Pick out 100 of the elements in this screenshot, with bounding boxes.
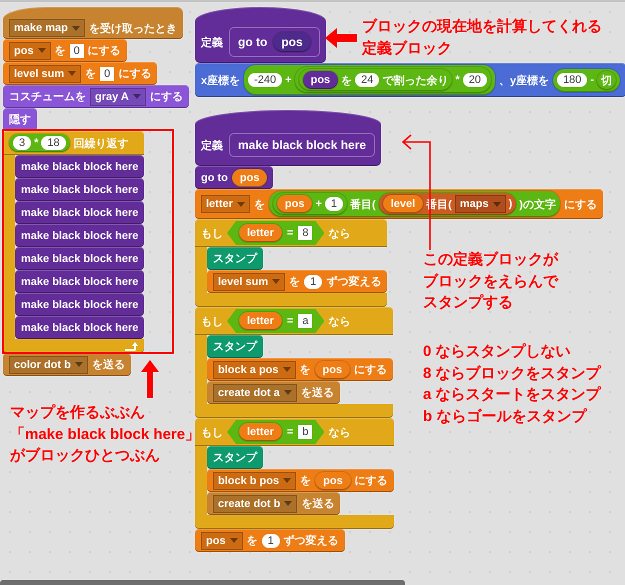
block-label: x座標を <box>201 74 240 88</box>
define-prototype[interactable]: go to pos <box>229 27 320 57</box>
reporter-block[interactable]: pos を 24 で割った余り * 20 <box>294 67 491 93</box>
block-label: にする <box>354 363 388 377</box>
command-block[interactable]: make black block here <box>15 247 144 270</box>
reporter-block[interactable]: pos + 1 <box>272 193 348 215</box>
block-label: make black block here <box>21 298 138 310</box>
dropdown-menu[interactable]: color dot b <box>9 356 88 374</box>
caret-icon <box>230 538 238 543</box>
number-field[interactable]: 1 <box>324 197 344 211</box>
boolean-block[interactable]: letter = b <box>227 420 324 444</box>
command-block[interactable]: make black block here <box>15 316 144 339</box>
reporter-block[interactable]: 180 - 切 <box>553 68 620 92</box>
caret-icon <box>68 71 76 76</box>
dropdown-menu[interactable]: block b pos <box>213 472 296 490</box>
command-block[interactable]: make black block here <box>15 293 144 316</box>
define-prototype[interactable]: make black block here <box>229 133 376 157</box>
block-label: 、y座標を <box>498 74 550 88</box>
boolean-block[interactable]: letter = 8 <box>227 221 324 245</box>
block-label: make black block here <box>21 252 138 264</box>
caret-icon <box>283 478 292 483</box>
text-field[interactable]: a <box>298 314 312 328</box>
block-label: を <box>54 44 66 58</box>
block-label: 番目( <box>350 198 376 212</box>
dropdown-menu[interactable]: gray A <box>90 88 146 106</box>
command-block[interactable]: make black block here <box>15 270 144 293</box>
caret-icon <box>74 362 83 367</box>
command-block[interactable]: pos を 0 にする <box>3 39 127 62</box>
reporter-block[interactable]: pos を 24 で割った余り <box>298 69 452 91</box>
block-label: go to <box>238 35 268 49</box>
command-block[interactable]: color dot b を送る <box>3 353 131 376</box>
reporter-block[interactable]: -240 + pos を 24 で割った余り * 20 <box>244 65 495 95</box>
text-field[interactable]: b <box>298 425 312 439</box>
command-block[interactable]: block a pos を pos にする <box>207 358 394 381</box>
block-label: make black block here <box>21 206 138 218</box>
command-block[interactable]: create dot a を送る <box>207 381 340 404</box>
command-block[interactable]: コスチュームを gray A にする <box>3 85 189 108</box>
variable-reporter[interactable]: pos <box>302 71 338 89</box>
block-label: 定義 <box>201 138 223 152</box>
command-block[interactable]: make black block here <box>15 201 144 224</box>
command-block[interactable]: スタンプ <box>207 446 263 469</box>
dropdown-menu[interactable]: level sum <box>213 272 286 290</box>
scrollbar[interactable] <box>0 580 405 585</box>
boolean-block[interactable]: letter = a <box>227 309 324 333</box>
block-label: なら <box>328 314 350 328</box>
variable-reporter[interactable]: pos <box>273 32 311 52</box>
block-label: make black block here <box>21 322 138 334</box>
dropdown-menu[interactable]: level sum <box>9 64 82 82</box>
if-block-header[interactable]: もし letter = 8 なら <box>195 219 388 247</box>
define-block[interactable]: 定義 make black block here <box>195 110 382 166</box>
block-label: = <box>286 227 294 239</box>
block-label: 回繰り返す <box>74 136 129 150</box>
number-field[interactable]: 24 <box>355 73 380 87</box>
dropdown-menu[interactable]: block a pos <box>213 360 296 378</box>
command-block[interactable]: make black block here <box>15 178 144 201</box>
dropdown-menu[interactable]: pos <box>9 42 51 60</box>
number-field[interactable]: 1 <box>304 274 322 288</box>
caret-icon <box>492 202 501 206</box>
number-field[interactable]: -240 <box>248 73 282 87</box>
command-block[interactable]: 隠す <box>3 108 37 131</box>
define-block[interactable]: 定義 go to pos <box>195 7 326 63</box>
if-block-header[interactable]: もし letter = a なら <box>195 307 394 335</box>
command-block[interactable]: スタンプ <box>207 247 263 270</box>
command-block[interactable]: make black block here <box>15 155 144 178</box>
block-label: を <box>289 275 300 289</box>
dropdown-menu[interactable]: create dot a <box>213 384 297 402</box>
text-field[interactable]: 0 <box>70 44 84 58</box>
reporter-block[interactable]: 3 * 18 <box>9 134 70 152</box>
event-hat-block[interactable]: make map を受け取ったとき <box>3 7 183 39</box>
command-block[interactable]: pos を 1 ずつ変える <box>195 529 345 552</box>
block-label: go to <box>201 172 228 184</box>
command-block[interactable]: level sum を 0 にする <box>3 62 158 85</box>
number-field[interactable]: 18 <box>41 136 66 150</box>
number-field[interactable]: 3 <box>13 136 32 150</box>
command-block[interactable]: go to pos <box>195 166 274 189</box>
command-block[interactable]: make black block here <box>15 224 144 247</box>
command-block[interactable]: create dot b を送る <box>207 492 340 515</box>
block-label: にする <box>354 474 388 488</box>
caret-icon <box>272 279 280 284</box>
if-block-header[interactable]: もし letter = b なら <box>195 418 394 446</box>
number-field[interactable]: 20 <box>462 73 487 87</box>
caret-icon <box>38 48 46 53</box>
dropdown-menu[interactable]: pos <box>201 532 243 550</box>
block-label: にする <box>150 90 183 104</box>
command-block[interactable]: スタンプ <box>207 335 263 358</box>
number-field[interactable]: 180 <box>557 73 588 87</box>
block-label: を <box>246 534 258 548</box>
block-label: なら <box>328 226 350 240</box>
dropdown-menu[interactable]: create dot b <box>213 494 298 512</box>
dropdown-menu[interactable]: letter <box>201 195 250 213</box>
text-field[interactable]: 8 <box>298 226 312 240</box>
command-block[interactable]: x座標を -240 + pos を 24 で割った余り * 20 、y座標を 180 - 切 <box>195 63 625 97</box>
dropdown-menu[interactable]: maps <box>454 195 506 213</box>
repeat-block-header[interactable]: 3 * 18 回繰り返す <box>3 131 144 155</box>
command-block[interactable]: block b pos を pos にする <box>207 469 394 492</box>
block-label: にする <box>88 44 121 58</box>
text-field[interactable]: 0 <box>100 66 114 80</box>
command-block[interactable]: level sum を 1 ずつ変える <box>207 270 388 293</box>
number-field[interactable]: 1 <box>262 534 280 548</box>
dropdown-menu[interactable]: make map <box>9 19 85 37</box>
